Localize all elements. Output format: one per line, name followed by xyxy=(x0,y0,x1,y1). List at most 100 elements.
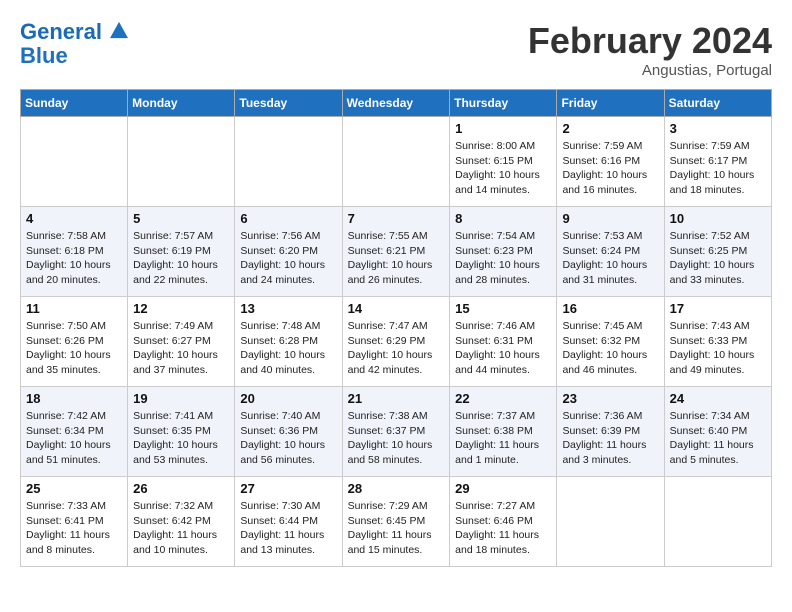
calendar-cell: 28 Sunrise: 7:29 AM Sunset: 6:45 PM Dayli… xyxy=(342,477,450,567)
calendar-cell: 13 Sunrise: 7:48 AM Sunset: 6:28 PM Dayli… xyxy=(235,297,342,387)
cell-date-number: 28 xyxy=(348,481,445,496)
cell-info-text: Sunrise: 7:38 AM Sunset: 6:37 PM Dayligh… xyxy=(348,409,445,468)
cell-date-number: 11 xyxy=(26,301,122,316)
calendar-cell: 2 Sunrise: 7:59 AM Sunset: 6:16 PM Daylig… xyxy=(557,117,664,207)
cell-date-number: 10 xyxy=(670,211,766,226)
cell-date-number: 2 xyxy=(562,121,658,136)
calendar-cell: 26Sunrise: 7:32 AM Sunset: 6:42 PM Dayli… xyxy=(128,477,235,567)
calendar-cell: 7 Sunrise: 7:55 AM Sunset: 6:21 PM Daylig… xyxy=(342,207,450,297)
cell-date-number: 22 xyxy=(455,391,551,406)
cell-info-text: Sunrise: 7:47 AM Sunset: 6:29 PM Dayligh… xyxy=(348,319,445,378)
calendar-cell xyxy=(21,117,128,207)
cell-date-number: 21 xyxy=(348,391,445,406)
calendar-cell xyxy=(128,117,235,207)
cell-info-text: Sunrise: 7:56 AM Sunset: 6:20 PM Dayligh… xyxy=(240,229,336,288)
calendar-cell: 16Sunrise: 7:45 AM Sunset: 6:32 PM Dayli… xyxy=(557,297,664,387)
calendar-cell: 3Sunrise: 7:59 AM Sunset: 6:17 PM Daylig… xyxy=(664,117,771,207)
cell-info-text: Sunrise: 7:58 AM Sunset: 6:18 PM Dayligh… xyxy=(26,229,122,288)
cell-date-number: 4 xyxy=(26,211,122,226)
cell-date-number: 18 xyxy=(26,391,122,406)
week-row-3: 11 Sunrise: 7:50 AM Sunset: 6:26 PM Dayli… xyxy=(21,297,772,387)
cell-date-number: 7 xyxy=(348,211,445,226)
cell-date-number: 14 xyxy=(348,301,445,316)
calendar-cell: 29 Sunrise: 7:27 AM Sunset: 6:46 PM Dayli… xyxy=(450,477,557,567)
calendar-cell: 1 Sunrise: 8:00 AM Sunset: 6:15 PM Daylig… xyxy=(450,117,557,207)
calendar-cell: 23 Sunrise: 7:36 AM Sunset: 6:39 PM Dayli… xyxy=(557,387,664,477)
cell-date-number: 5 xyxy=(133,211,229,226)
logo-blue: Blue xyxy=(20,44,128,68)
calendar-cell: 20 Sunrise: 7:40 AM Sunset: 6:36 PM Dayli… xyxy=(235,387,342,477)
calendar-cell: 8 Sunrise: 7:54 AM Sunset: 6:23 PM Daylig… xyxy=(450,207,557,297)
cell-info-text: Sunrise: 7:29 AM Sunset: 6:45 PM Dayligh… xyxy=(348,499,445,558)
cell-info-text: Sunrise: 7:59 AM Sunset: 6:16 PM Dayligh… xyxy=(562,139,658,198)
calendar-cell xyxy=(557,477,664,567)
calendar-cell: 17 Sunrise: 7:43 AM Sunset: 6:33 PM Dayli… xyxy=(664,297,771,387)
cell-info-text: Sunrise: 7:49 AM Sunset: 6:27 PM Dayligh… xyxy=(133,319,229,378)
calendar-cell: 22 Sunrise: 7:37 AM Sunset: 6:38 PM Dayli… xyxy=(450,387,557,477)
title-block: February 2024 Angustias, Portugal xyxy=(528,20,772,79)
cell-date-number: 23 xyxy=(562,391,658,406)
cell-date-number: 27 xyxy=(240,481,336,496)
week-row-5: 25 Sunrise: 7:33 AM Sunset: 6:41 PM Dayli… xyxy=(21,477,772,567)
header-row: SundayMondayTuesdayWednesdayThursdayFrid… xyxy=(21,90,772,117)
cell-date-number: 24 xyxy=(670,391,766,406)
calendar-cell: 18 Sunrise: 7:42 AM Sunset: 6:34 PM Dayli… xyxy=(21,387,128,477)
cell-info-text: Sunrise: 7:27 AM Sunset: 6:46 PM Dayligh… xyxy=(455,499,551,558)
cell-info-text: Sunrise: 7:30 AM Sunset: 6:44 PM Dayligh… xyxy=(240,499,336,558)
cell-date-number: 13 xyxy=(240,301,336,316)
cell-date-number: 17 xyxy=(670,301,766,316)
cell-date-number: 29 xyxy=(455,481,551,496)
cell-info-text: Sunrise: 7:32 AM Sunset: 6:42 PM Dayligh… xyxy=(133,499,229,558)
location-subtitle: Angustias, Portugal xyxy=(528,62,772,79)
cell-info-text: Sunrise: 7:42 AM Sunset: 6:34 PM Dayligh… xyxy=(26,409,122,468)
cell-info-text: Sunrise: 7:52 AM Sunset: 6:25 PM Dayligh… xyxy=(670,229,766,288)
calendar-cell: 24 Sunrise: 7:34 AM Sunset: 6:40 PM Dayli… xyxy=(664,387,771,477)
calendar-cell xyxy=(342,117,450,207)
calendar-cell: 21 Sunrise: 7:38 AM Sunset: 6:37 PM Dayli… xyxy=(342,387,450,477)
cell-info-text: Sunrise: 7:40 AM Sunset: 6:36 PM Dayligh… xyxy=(240,409,336,468)
cell-info-text: Sunrise: 7:41 AM Sunset: 6:35 PM Dayligh… xyxy=(133,409,229,468)
cell-date-number: 9 xyxy=(562,211,658,226)
calendar-cell: 11 Sunrise: 7:50 AM Sunset: 6:26 PM Dayli… xyxy=(21,297,128,387)
calendar-cell: 12 Sunrise: 7:49 AM Sunset: 6:27 PM Dayli… xyxy=(128,297,235,387)
cell-date-number: 25 xyxy=(26,481,122,496)
calendar-cell: 19 Sunrise: 7:41 AM Sunset: 6:35 PM Dayli… xyxy=(128,387,235,477)
day-header-friday: Friday xyxy=(557,90,664,117)
page-header: General Blue February 2024 Angustias, Po… xyxy=(20,20,772,79)
cell-info-text: Sunrise: 7:48 AM Sunset: 6:28 PM Dayligh… xyxy=(240,319,336,378)
calendar-cell: 10 Sunrise: 7:52 AM Sunset: 6:25 PM Dayli… xyxy=(664,207,771,297)
cell-date-number: 20 xyxy=(240,391,336,406)
cell-info-text: Sunrise: 7:50 AM Sunset: 6:26 PM Dayligh… xyxy=(26,319,122,378)
calendar-cell: 14 Sunrise: 7:47 AM Sunset: 6:29 PM Dayli… xyxy=(342,297,450,387)
cell-info-text: Sunrise: 7:34 AM Sunset: 6:40 PM Dayligh… xyxy=(670,409,766,468)
cell-info-text: Sunrise: 7:36 AM Sunset: 6:39 PM Dayligh… xyxy=(562,409,658,468)
cell-date-number: 19 xyxy=(133,391,229,406)
day-header-tuesday: Tuesday xyxy=(235,90,342,117)
cell-info-text: Sunrise: 7:53 AM Sunset: 6:24 PM Dayligh… xyxy=(562,229,658,288)
cell-info-text: Sunrise: 7:46 AM Sunset: 6:31 PM Dayligh… xyxy=(455,319,551,378)
month-title: February 2024 xyxy=(528,20,772,62)
cell-info-text: Sunrise: 7:57 AM Sunset: 6:19 PM Dayligh… xyxy=(133,229,229,288)
cell-date-number: 12 xyxy=(133,301,229,316)
logo-icon xyxy=(110,21,128,39)
cell-date-number: 6 xyxy=(240,211,336,226)
day-header-wednesday: Wednesday xyxy=(342,90,450,117)
day-header-sunday: Sunday xyxy=(21,90,128,117)
calendar-table: SundayMondayTuesdayWednesdayThursdayFrid… xyxy=(20,89,772,567)
logo-text: General xyxy=(20,20,128,44)
calendar-cell: 4 Sunrise: 7:58 AM Sunset: 6:18 PM Daylig… xyxy=(21,207,128,297)
calendar-cell: 15Sunrise: 7:46 AM Sunset: 6:31 PM Dayli… xyxy=(450,297,557,387)
cell-info-text: Sunrise: 7:45 AM Sunset: 6:32 PM Dayligh… xyxy=(562,319,658,378)
cell-info-text: Sunrise: 7:54 AM Sunset: 6:23 PM Dayligh… xyxy=(455,229,551,288)
cell-info-text: Sunrise: 7:43 AM Sunset: 6:33 PM Dayligh… xyxy=(670,319,766,378)
logo: General Blue xyxy=(20,20,128,68)
cell-info-text: Sunrise: 7:37 AM Sunset: 6:38 PM Dayligh… xyxy=(455,409,551,468)
cell-date-number: 1 xyxy=(455,121,551,136)
cell-info-text: Sunrise: 7:55 AM Sunset: 6:21 PM Dayligh… xyxy=(348,229,445,288)
cell-info-text: Sunrise: 8:00 AM Sunset: 6:15 PM Dayligh… xyxy=(455,139,551,198)
calendar-cell: 9 Sunrise: 7:53 AM Sunset: 6:24 PM Daylig… xyxy=(557,207,664,297)
cell-date-number: 8 xyxy=(455,211,551,226)
week-row-2: 4 Sunrise: 7:58 AM Sunset: 6:18 PM Daylig… xyxy=(21,207,772,297)
cell-info-text: Sunrise: 7:59 AM Sunset: 6:17 PM Dayligh… xyxy=(670,139,766,198)
cell-info-text: Sunrise: 7:33 AM Sunset: 6:41 PM Dayligh… xyxy=(26,499,122,558)
